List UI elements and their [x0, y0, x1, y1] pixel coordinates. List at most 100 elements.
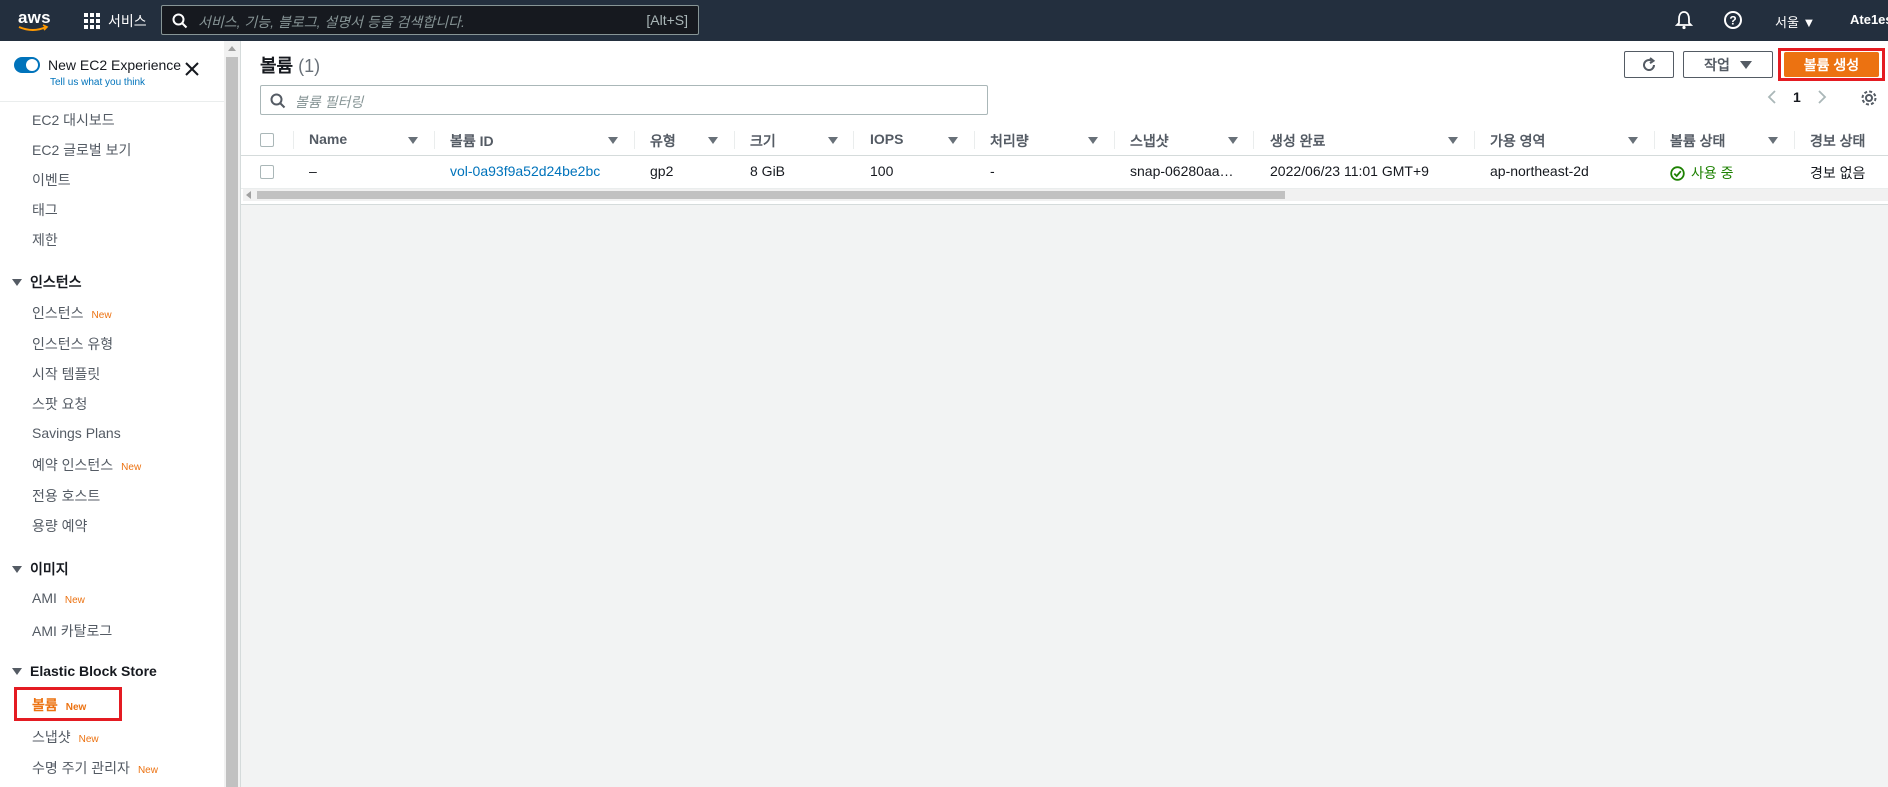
cell-size: 8 GiB: [750, 163, 786, 179]
actions-dropdown-button[interactable]: 작업: [1683, 51, 1773, 78]
refresh-button[interactable]: [1624, 51, 1674, 78]
column-divider: [1794, 131, 1795, 149]
cell-volume-state: 사용 중: [1670, 163, 1734, 183]
cell-volume-id-link[interactable]: vol-0a93f9a52d24be2bc: [450, 163, 600, 179]
column-divider: [434, 131, 435, 149]
region-selector[interactable]: 서울 ▼: [1775, 12, 1815, 31]
sort-icon[interactable]: [1628, 137, 1638, 144]
sidebar-item-label: 예약 인스턴스: [32, 457, 114, 473]
caret-down-icon: [12, 278, 22, 286]
sidebar-item-tags[interactable]: 태그: [32, 200, 58, 220]
new-badge: New: [121, 462, 142, 473]
column-header-volume-state[interactable]: 볼륨 상태: [1670, 131, 1725, 151]
sidebar-item-label: 수명 주기 관리자: [32, 760, 130, 776]
column-header-az[interactable]: 가용 영역: [1490, 131, 1545, 151]
sidebar-item-spot-requests[interactable]: 스팟 요청: [32, 394, 87, 414]
column-header-iops[interactable]: IOPS: [870, 131, 903, 147]
sort-icon[interactable]: [708, 137, 718, 144]
cell-iops: 100: [870, 163, 894, 179]
sidebar-section-label: 인스턴스: [30, 274, 82, 290]
sort-icon[interactable]: [608, 137, 618, 144]
column-divider: [1654, 131, 1655, 149]
sidebar-item-limits[interactable]: 제한: [32, 230, 58, 250]
sort-icon[interactable]: [1768, 137, 1778, 144]
column-divider: [1474, 131, 1475, 149]
volumes-table-panel: 볼륨 (1) 작업 볼륨 생성 볼륨 필터링 1 Name 볼륨 ID 유형 크…: [241, 41, 1888, 205]
column-header-type[interactable]: 유형: [650, 131, 676, 151]
sidebar-item-savings-plans[interactable]: Savings Plans: [32, 425, 121, 441]
search-icon: [270, 93, 286, 109]
sidebar-section-ebs[interactable]: Elastic Block Store: [12, 663, 157, 679]
sidebar-item-label: AMI: [32, 590, 57, 606]
sidebar-item-events[interactable]: 이벤트: [32, 170, 71, 190]
sort-icon[interactable]: [408, 137, 418, 144]
search-placeholder: 서비스, 기능, 블로그, 설명서 등을 검색합니다.: [198, 14, 465, 30]
cell-availability-zone: ap-northeast-2d: [1490, 163, 1589, 179]
sidebar-section-label: Elastic Block Store: [30, 663, 157, 679]
sidebar-item-global-view[interactable]: EC2 글로벌 보기: [32, 140, 131, 160]
sidebar-scroll-thumb[interactable]: [226, 57, 238, 787]
help-icon[interactable]: ?: [1723, 10, 1743, 30]
sidebar-item-snapshots[interactable]: 스냅샷 New: [32, 727, 99, 747]
services-label: 서비스: [108, 13, 147, 29]
table-horizontal-scrollbar[interactable]: [243, 189, 1888, 201]
caret-down-icon: [1739, 60, 1752, 69]
sort-icon[interactable]: [828, 137, 838, 144]
column-header-throughput[interactable]: 처리량: [990, 131, 1029, 151]
new-experience-toggle[interactable]: [14, 57, 40, 73]
column-header-name[interactable]: Name: [309, 131, 347, 147]
volume-state-text: 사용 중: [1691, 165, 1734, 181]
feedback-link[interactable]: Tell us what you think: [50, 77, 145, 88]
sort-icon[interactable]: [948, 137, 958, 144]
sidebar-section-instances[interactable]: 인스턴스: [12, 272, 82, 292]
sidebar-item-ec2-dashboard[interactable]: EC2 대시보드: [32, 110, 115, 130]
sort-icon[interactable]: [1448, 137, 1458, 144]
table-header-divider: [241, 155, 1888, 156]
scroll-up-arrow-icon[interactable]: [228, 46, 236, 51]
sort-icon[interactable]: [1228, 137, 1238, 144]
current-page[interactable]: 1: [1793, 89, 1801, 105]
column-header-created[interactable]: 생성 완료: [1270, 131, 1325, 151]
column-header-alarm-state[interactable]: 경보 상태: [1810, 131, 1865, 151]
sidebar-item-instance-types[interactable]: 인스턴스 유형: [32, 334, 113, 354]
column-divider: [734, 131, 735, 149]
row-checkbox[interactable]: [260, 165, 274, 179]
horizontal-scroll-thumb[interactable]: [257, 191, 1285, 199]
column-header-snapshot[interactable]: 스냅샷: [1130, 131, 1169, 151]
new-badge: New: [78, 734, 99, 745]
actions-label: 작업: [1704, 56, 1730, 73]
close-icon[interactable]: [184, 61, 200, 77]
new-badge: New: [137, 765, 158, 776]
sidebar-section-images[interactable]: 이미지: [12, 559, 69, 579]
new-badge: New: [65, 702, 87, 713]
sidebar-item-volumes[interactable]: 볼륨 New: [32, 695, 86, 715]
top-navigation: aws 서비스 서비스, 기능, 블로그, 설명서 등을 검색합니다. [Alt…: [0, 0, 1888, 41]
volume-filter-input[interactable]: 볼륨 필터링: [260, 85, 988, 115]
create-volume-button[interactable]: 볼륨 생성: [1784, 52, 1879, 77]
sidebar-item-ami-catalog[interactable]: AMI 카탈로그: [32, 621, 112, 641]
sidebar-item-instances[interactable]: 인스턴스 New: [32, 303, 112, 323]
services-grid-icon: [84, 13, 100, 29]
sidebar-item-ami[interactable]: AMI New: [32, 590, 85, 606]
sidebar-item-reserved-instances[interactable]: 예약 인스턴스 New: [32, 455, 141, 475]
pagination: 1: [1767, 89, 1827, 105]
chevron-right-icon[interactable]: [1817, 89, 1827, 105]
services-menu-button[interactable]: 서비스: [84, 11, 147, 31]
column-header-size[interactable]: 크기: [750, 131, 776, 151]
sidebar-item-dedicated-hosts[interactable]: 전용 호스트: [32, 486, 100, 506]
notifications-bell-icon[interactable]: [1675, 10, 1693, 30]
scroll-left-arrow-icon[interactable]: [246, 191, 251, 199]
sidebar-item-lifecycle-manager[interactable]: 수명 주기 관리자 New: [32, 758, 158, 778]
chevron-left-icon[interactable]: [1767, 89, 1777, 105]
sort-icon[interactable]: [1088, 137, 1098, 144]
aws-logo[interactable]: aws: [16, 8, 52, 32]
select-all-checkbox[interactable]: [260, 133, 274, 147]
global-search-input[interactable]: 서비스, 기능, 블로그, 설명서 등을 검색합니다. [Alt+S]: [161, 5, 699, 35]
account-menu[interactable]: Ate1es: [1850, 12, 1888, 27]
column-divider: [853, 131, 854, 149]
sidebar-item-launch-templates[interactable]: 시작 템플릿: [32, 364, 100, 384]
gear-icon[interactable]: [1860, 89, 1878, 107]
column-header-volume-id[interactable]: 볼륨 ID: [450, 131, 494, 151]
sidebar-item-capacity-reservations[interactable]: 용량 예약: [32, 516, 87, 536]
sidebar-scrollbar[interactable]: [224, 41, 241, 787]
